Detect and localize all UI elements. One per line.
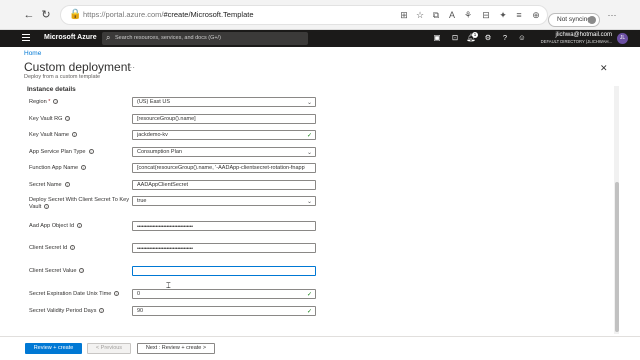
user-email[interactable]: jlichwa@hotmail.com: [556, 32, 612, 38]
page-subtitle: Deploy from a custom template: [24, 74, 101, 80]
browser-toolbar: ← ↻ 🔒 https://portal.azure.com/#create/M…: [0, 0, 640, 30]
user-directory: DEFAULT DIRECTORY (JLICHWAH...: [540, 39, 612, 44]
profile-button[interactable]: Not syncing: [548, 13, 600, 27]
footer-bar: Review + create < Previous Next : Review…: [0, 336, 640, 360]
settings-gear-icon[interactable]: ⚙: [483, 33, 493, 43]
more-menu-icon[interactable]: ···: [606, 9, 618, 21]
cloud-shell-icon[interactable]: ▣: [432, 33, 442, 43]
field-label-app-service-plan: App Service Plan Type i: [29, 149, 94, 155]
key-vault-rg-input[interactable]: [resourceGroup().name]: [132, 114, 316, 124]
field-label-secret-validity: Secret Validity Period Days i: [29, 308, 105, 314]
search-icon: ⌕: [106, 33, 111, 42]
info-icon[interactable]: i: [114, 291, 120, 296]
next-button[interactable]: Next : Review + create >: [137, 343, 215, 354]
region-dropdown[interactable]: (US) East US ⌄: [132, 97, 316, 107]
info-icon[interactable]: i: [53, 99, 59, 104]
field-label-secret-name: Secret Name i: [29, 182, 70, 188]
azure-topbar: Microsoft Azure ⌕ Search resources, serv…: [0, 30, 640, 47]
field-label-client-secret-value: Client Secret Value i: [29, 268, 85, 274]
key-vault-name-input[interactable]: jackdemo-kv ✓: [132, 130, 316, 140]
info-icon[interactable]: i: [79, 268, 85, 273]
help-icon[interactable]: ?: [500, 33, 510, 43]
field-label-client-secret-id: Client Secret Id i: [29, 245, 76, 251]
aad-app-object-id-input[interactable]: ••••••••••••••••••••••••••••••••••••: [132, 221, 316, 231]
portal-menu-icon[interactable]: [22, 34, 30, 42]
secret-expiration-input[interactable]: 0 ✓: [132, 289, 316, 299]
chevron-down-icon: ⌄: [306, 198, 312, 205]
feedback-icon[interactable]: ☺: [517, 33, 527, 43]
split-icon[interactable]: ⊟: [480, 9, 492, 21]
field-label-secret-expiration: Secret Expiration Date Unix Time i: [29, 291, 120, 297]
info-icon[interactable]: i: [81, 165, 87, 170]
info-icon[interactable]: i: [88, 149, 94, 154]
client-secret-value-input[interactable]: [132, 266, 316, 276]
chevron-down-icon: ⌄: [306, 149, 312, 156]
global-search-input[interactable]: ⌕ Search resources, services, and docs (…: [102, 32, 308, 45]
app-service-plan-dropdown[interactable]: Consumption Plan ⌄: [132, 147, 316, 157]
client-secret-id-input[interactable]: ••••••••••••••••••••••••••••••••••••: [132, 243, 316, 253]
secret-validity-input[interactable]: 90 ✓: [132, 306, 316, 316]
valid-check-icon: ✓: [306, 132, 312, 139]
close-icon[interactable]: ✕: [600, 63, 608, 74]
avatar[interactable]: JL: [617, 33, 628, 44]
review-create-button[interactable]: Review + create: [25, 343, 82, 354]
profile-label: Not syncing: [557, 16, 591, 23]
refresh-icon[interactable]: ↻: [39, 8, 53, 22]
info-icon[interactable]: i: [99, 308, 105, 313]
info-icon[interactable]: i: [64, 182, 70, 187]
field-label-key-vault-name: Key Vault Name i: [29, 132, 78, 138]
info-icon[interactable]: i: [70, 245, 76, 250]
field-label-region: Region * i: [29, 99, 59, 105]
notification-badge: 1: [472, 32, 478, 38]
favorites-list-icon[interactable]: ≡: [513, 9, 525, 21]
directory-filter-icon[interactable]: ⊡: [450, 33, 460, 43]
back-icon[interactable]: ←: [22, 8, 36, 22]
chevron-down-icon: ⌄: [306, 99, 312, 106]
lock-icon: 🔒: [69, 9, 82, 20]
info-icon[interactable]: i: [72, 132, 78, 137]
read-aloud-icon[interactable]: ⊞: [398, 9, 410, 21]
field-label-aad-app-object-id: Aad App Object Id i: [29, 223, 83, 229]
collections-icon[interactable]: ⊕: [530, 9, 542, 21]
field-label-function-app-name: Function App Name i: [29, 165, 87, 171]
puzzle-icon[interactable]: ✦: [497, 9, 509, 21]
profile-avatar-icon: [588, 16, 596, 24]
previous-button[interactable]: < Previous: [87, 343, 131, 354]
info-icon[interactable]: i: [65, 116, 71, 121]
search-placeholder: Search resources, services, and docs (G+…: [115, 35, 221, 41]
breadcrumb-home[interactable]: Home: [24, 50, 41, 57]
valid-check-icon: ✓: [306, 308, 312, 315]
secret-name-input[interactable]: AADAppClientSecret: [132, 180, 316, 190]
scrollbar-thumb[interactable]: [614, 182, 619, 332]
valid-check-icon: ✓: [306, 291, 312, 298]
mouse-cursor-icon: ⌶: [166, 281, 171, 290]
section-title: Instance details: [27, 86, 76, 93]
field-label-key-vault-rg: Key Vault RG i: [29, 116, 71, 122]
deploy-secret-dropdown[interactable]: true ⌄: [132, 196, 316, 206]
address-bar[interactable]: 🔒 https://portal.azure.com/#create/Micro…: [60, 5, 548, 25]
more-options-icon[interactable]: ···: [127, 63, 135, 72]
extensions-icon[interactable]: ⧉: [430, 9, 442, 21]
field-label-deploy-secret: Deploy Secret With Client Secret To Key …: [29, 197, 130, 210]
screen: ← ↻ 🔒 https://portal.azure.com/#create/M…: [0, 0, 640, 360]
info-icon[interactable]: i: [77, 223, 83, 228]
brand-title[interactable]: Microsoft Azure: [44, 34, 97, 41]
info-icon[interactable]: i: [44, 204, 50, 209]
favorite-icon[interactable]: ☆: [414, 9, 426, 21]
function-app-name-input[interactable]: [concat(resourceGroup().name, '-AADApp-c…: [132, 163, 316, 173]
vertical-scrollbar[interactable]: [614, 86, 619, 334]
page-title: Custom deployment: [24, 60, 131, 74]
translate-icon[interactable]: ⚘: [462, 9, 474, 21]
address-text: https://portal.azure.com/#create/Microso…: [83, 10, 254, 19]
reader-icon[interactable]: A: [446, 9, 458, 21]
